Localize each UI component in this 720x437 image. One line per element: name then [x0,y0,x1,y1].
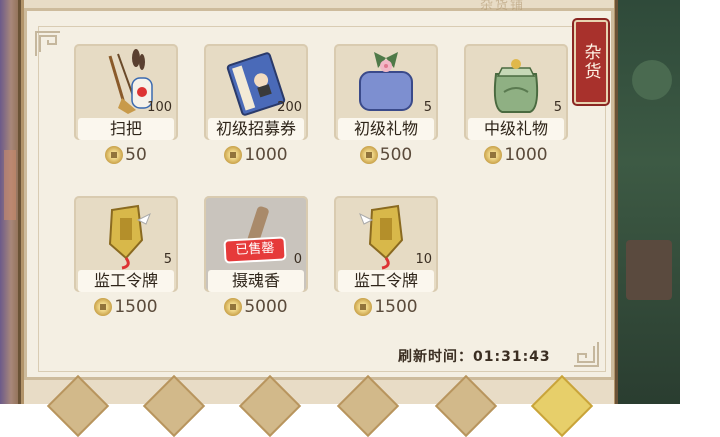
item-name: 监工令牌 [78,270,174,292]
coin-icon [224,298,243,316]
item-name: 中级礼物 [468,118,564,140]
category-tag-label: 杂货 [580,43,601,81]
item-price-value: 50 [125,145,147,165]
item-name: 摄魂香 [208,270,304,292]
item-name: 监工令牌 [338,270,434,292]
coin-icon [94,298,113,316]
item-price-value: 1000 [244,145,288,165]
item-price-value: 500 [379,145,413,165]
token-icon [108,204,151,270]
shop-item-broom[interactable]: 100 扫把 50 [74,44,178,166]
refresh-time: 01:31:43 [473,349,551,365]
coin-icon [354,298,373,316]
category-tabs-bar [24,380,614,404]
category-tag-sundries[interactable]: 杂货 [574,20,608,104]
item-count: 5 [553,100,562,115]
shop-item-recruit-ticket[interactable]: 200 初级招募券 1000 [204,44,308,166]
shop-item-basic-gift[interactable]: 5 初级礼物 500 [334,44,438,166]
item-name: 初级招募券 [208,118,304,140]
coin-icon [484,146,503,164]
item-price: 1500 [74,296,178,318]
panel-header-faded: 杂货铺 [480,0,526,13]
item-price: 50 [74,144,178,166]
item-count: 10 [415,252,432,267]
item-count: 5 [423,100,432,115]
item-price: 1500 [334,296,438,318]
item-price-value: 1000 [504,145,548,165]
background-tree [632,60,672,100]
item-price: 1000 [204,144,308,166]
gift-bag-icon [493,59,539,113]
gift-box-icon [359,52,413,111]
coin-icon [224,146,243,164]
shop-item-mid-gift[interactable]: 5 中级礼物 1000 [464,44,568,166]
item-price: 500 [334,144,438,166]
item-name: 扫把 [78,118,174,140]
shop-item-overseer-token[interactable]: 10 监工令牌 1500 [334,196,438,318]
background-roof [626,240,672,300]
corner-ornament-icon [574,342,599,367]
token-icon [359,204,404,270]
corner-ornament-icon [35,31,60,56]
item-price-value: 1500 [374,297,418,317]
item-price: 1000 [464,144,568,166]
item-count: 0 [293,252,302,267]
coin-icon [105,146,124,164]
item-name: 初级礼物 [338,118,434,140]
refresh-timer: 刷新时间：01:31:43 [398,346,551,366]
item-price-value: 5000 [244,297,288,317]
item-price-value: 1500 [114,297,158,317]
item-count: 100 [147,100,172,115]
background-right [614,0,680,404]
sold-out-badge: 已售罄 [225,238,285,262]
item-count: 200 [277,100,302,115]
item-price: 5000 [204,296,308,318]
shop-item-overseer-token[interactable]: 5 监工令牌 1500 [74,196,178,318]
shop-item-soul-incense[interactable]: 已售罄 0 摄魂香 5000 [204,196,308,318]
refresh-label: 刷新时间： [398,349,473,365]
coin-icon [359,146,378,164]
item-count: 5 [163,252,172,267]
